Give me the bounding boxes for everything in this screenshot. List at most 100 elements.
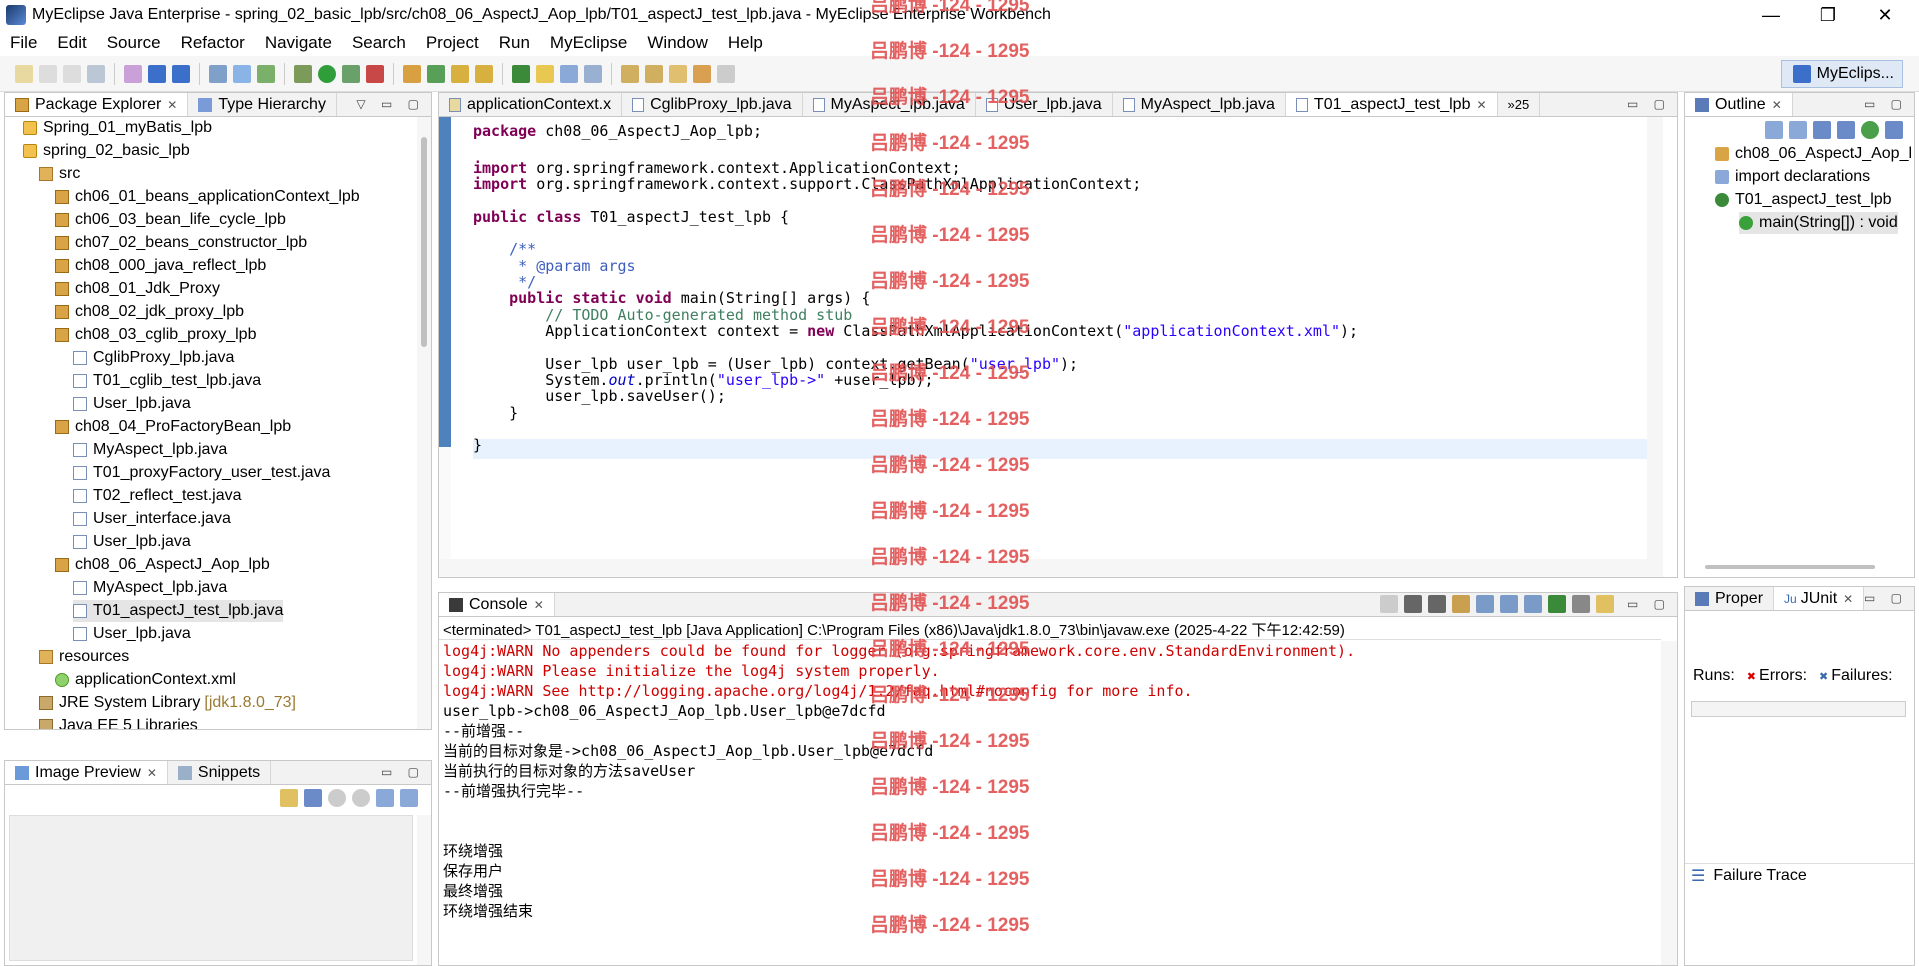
block-select-icon[interactable] bbox=[560, 64, 578, 83]
tab-properties[interactable]: Proper bbox=[1685, 587, 1775, 610]
tree-item[interactable]: ch08_06_AspectJ_Aop_lpb bbox=[55, 554, 270, 576]
tree-item[interactable]: T02_reflect_test.java bbox=[73, 485, 242, 507]
outline-hscrollbar[interactable] bbox=[1705, 565, 1875, 569]
editor-scrollbar[interactable] bbox=[1647, 117, 1663, 577]
menu-item-refactor[interactable]: Refactor bbox=[171, 33, 255, 53]
hide-local-types-icon[interactable] bbox=[1885, 121, 1903, 139]
menu-item-search[interactable]: Search bbox=[342, 33, 416, 53]
fullscreen-icon[interactable] bbox=[400, 789, 418, 807]
save-all-icon[interactable] bbox=[63, 64, 81, 83]
show-whitespace-icon[interactable] bbox=[584, 64, 602, 83]
tree-item[interactable]: src bbox=[39, 163, 80, 185]
close-icon[interactable]: ✕ bbox=[1476, 98, 1486, 112]
restore-button[interactable]: ❐ bbox=[1800, 0, 1856, 30]
show-stderr-icon[interactable] bbox=[1524, 595, 1542, 613]
search-icon[interactable] bbox=[475, 64, 493, 83]
tree-item[interactable]: spring_02_basic_lpb bbox=[23, 140, 190, 162]
tree-item[interactable]: Spring_01_myBatis_lpb bbox=[23, 117, 212, 139]
tree-item[interactable]: User_lpb.java bbox=[73, 623, 191, 645]
tree-item[interactable]: resources bbox=[39, 646, 129, 668]
tree-item[interactable]: ch08_03_cglib_proxy_lpb bbox=[55, 324, 256, 346]
tree-item[interactable]: ch08_000_java_reflect_lpb bbox=[55, 255, 266, 277]
outline-item[interactable]: import declarations bbox=[1715, 166, 1870, 188]
save-icon[interactable] bbox=[39, 64, 57, 83]
tree-item[interactable]: JRE System Library [jdk1.8.0_73] bbox=[39, 692, 296, 714]
menu-item-navigate[interactable]: Navigate bbox=[255, 33, 342, 53]
menu-item-file[interactable]: File bbox=[0, 33, 47, 53]
pin-console-icon[interactable] bbox=[1548, 595, 1566, 613]
zoom-out-icon[interactable] bbox=[328, 789, 346, 807]
open-folder-icon[interactable] bbox=[451, 64, 469, 83]
close-icon[interactable]: ✕ bbox=[167, 98, 177, 112]
external-tools-icon[interactable] bbox=[366, 64, 384, 83]
remove-all-icon[interactable] bbox=[1428, 595, 1446, 613]
menu-item-source[interactable]: Source bbox=[97, 33, 171, 53]
close-button[interactable]: ✕ bbox=[1857, 0, 1913, 30]
open-resource-icon[interactable] bbox=[172, 64, 190, 83]
new-project-icon[interactable] bbox=[124, 64, 142, 83]
back-icon[interactable] bbox=[693, 64, 711, 83]
tree-item[interactable]: User_interface.java bbox=[73, 508, 231, 530]
refresh-icon[interactable] bbox=[427, 64, 445, 83]
new-icon[interactable] bbox=[15, 64, 33, 83]
open-console-icon[interactable] bbox=[1596, 595, 1614, 613]
tree-item[interactable]: ch06_01_beans_applicationContext_lpb bbox=[55, 186, 360, 208]
view-menu-icon[interactable]: ▭ ▢ bbox=[381, 765, 425, 779]
hide-nonpublic-icon[interactable] bbox=[1861, 121, 1879, 139]
tree-item[interactable]: CglibProxy_lpb.java bbox=[73, 347, 234, 369]
run-icon[interactable] bbox=[318, 64, 336, 83]
fit-icon[interactable] bbox=[304, 789, 322, 807]
open-type-icon[interactable] bbox=[148, 64, 166, 83]
forward-icon[interactable] bbox=[717, 64, 735, 83]
terminate-icon[interactable] bbox=[1380, 595, 1398, 613]
remove-launch-icon[interactable] bbox=[1404, 595, 1422, 613]
clear-console-icon[interactable] bbox=[1452, 595, 1470, 613]
tree-item[interactable]: MyAspect_lpb.java bbox=[73, 439, 227, 461]
web-icon[interactable] bbox=[257, 64, 275, 83]
outline-item[interactable]: T01_aspectJ_test_lpb bbox=[1715, 189, 1892, 211]
editor-tab[interactable]: T01_aspectJ_test_lpb ✕ bbox=[1285, 93, 1498, 116]
display-console-icon[interactable] bbox=[1572, 595, 1590, 613]
link-icon[interactable] bbox=[280, 789, 298, 807]
outline-item[interactable]: ch08_06_AspectJ_Aop_l bbox=[1715, 143, 1912, 165]
console-scrollbar[interactable] bbox=[1661, 641, 1677, 965]
tree-item[interactable]: User_lpb.java bbox=[73, 393, 191, 415]
menu-item-edit[interactable]: Edit bbox=[47, 33, 96, 53]
console-output[interactable]: log4j:WARN No appenders could be found f… bbox=[439, 641, 1661, 965]
scroll-lock-icon[interactable] bbox=[1476, 595, 1494, 613]
close-icon[interactable]: ✕ bbox=[147, 766, 157, 780]
perspective-switcher[interactable]: MyEclips... bbox=[1780, 60, 1903, 88]
collapse-all-icon[interactable] bbox=[1765, 121, 1783, 139]
menu-item-help[interactable]: Help bbox=[718, 33, 773, 53]
close-icon[interactable]: ✕ bbox=[534, 598, 544, 612]
view-menu-icon[interactable]: ▭ ▢ bbox=[1627, 597, 1671, 611]
tree-item[interactable]: T01_proxyFactory_user_test.java bbox=[73, 462, 330, 484]
hide-fields-icon[interactable] bbox=[1813, 121, 1831, 139]
actual-size-icon[interactable] bbox=[376, 789, 394, 807]
editor-tab[interactable]: CglibProxy_lpb.java bbox=[622, 93, 803, 116]
tree-item[interactable]: applicationContext.xml bbox=[55, 669, 236, 691]
close-icon[interactable]: ✕ bbox=[1772, 98, 1782, 112]
view-menu-icon[interactable]: ▭ ▢ bbox=[1864, 591, 1908, 605]
run-coverage-icon[interactable] bbox=[342, 64, 360, 83]
tab-image-preview[interactable]: Image Preview ✕ bbox=[5, 761, 168, 784]
show-stdout-icon[interactable] bbox=[1500, 595, 1518, 613]
sort-icon[interactable] bbox=[1789, 121, 1807, 139]
tab-junit[interactable]: Ju JUnit ✕ bbox=[1774, 587, 1865, 610]
tab-type-hierarchy[interactable]: Type Hierarchy bbox=[188, 93, 337, 116]
tree-item[interactable]: ch08_04_ProFactoryBean_lpb bbox=[55, 416, 291, 438]
image-preview-scrollbar[interactable] bbox=[417, 815, 431, 965]
next-annotation-icon[interactable] bbox=[621, 64, 639, 83]
print-icon[interactable] bbox=[87, 64, 105, 83]
tree-item[interactable]: ch06_03_bean_life_cycle_lpb bbox=[55, 209, 286, 231]
tree-item[interactable]: User_lpb.java bbox=[73, 531, 191, 553]
toggle-mark-icon[interactable] bbox=[512, 64, 530, 83]
highlight-icon[interactable] bbox=[536, 64, 554, 83]
editor-tab[interactable]: applicationContext.x bbox=[439, 93, 623, 116]
zoom-in-icon[interactable] bbox=[352, 789, 370, 807]
tree-item[interactable]: MyAspect_lpb.java bbox=[73, 577, 227, 599]
view-menu-icon[interactable]: ▭ ▢ bbox=[1864, 97, 1908, 111]
tree-item[interactable]: ch07_02_beans_constructor_lpb bbox=[55, 232, 307, 254]
tab-console[interactable]: Console ✕ bbox=[439, 593, 555, 616]
debug-icon[interactable] bbox=[294, 64, 312, 83]
